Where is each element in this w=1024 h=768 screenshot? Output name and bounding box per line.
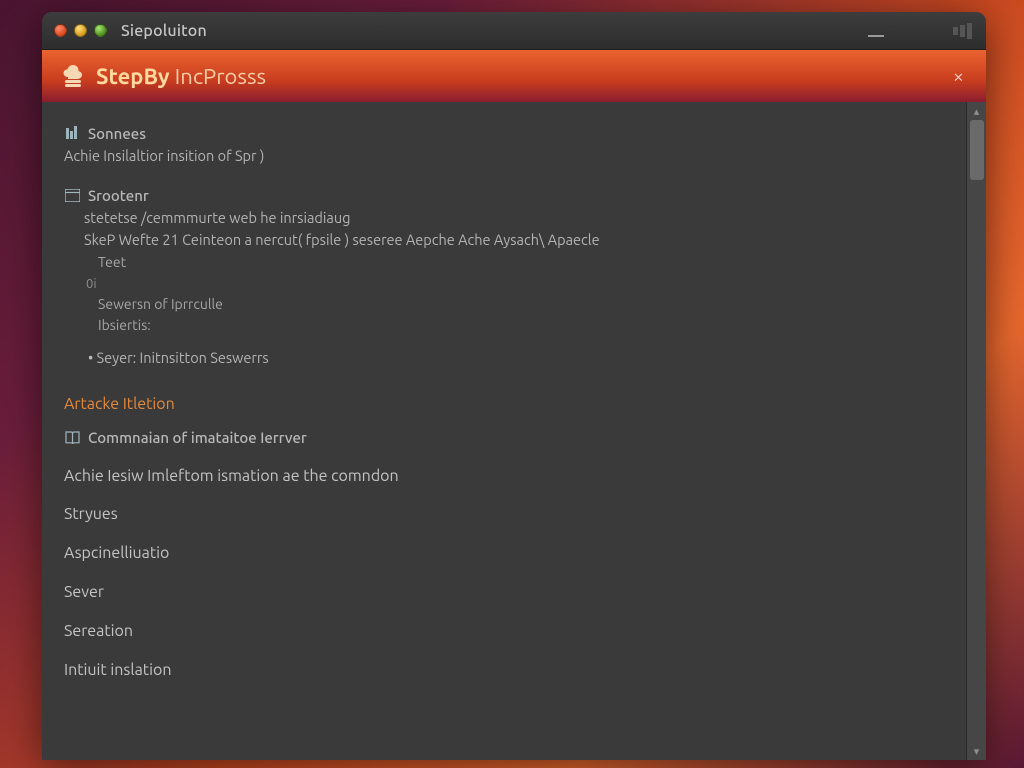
sec2-line-6: Ibsiertis:	[84, 315, 958, 337]
sec2-bullet: Seyer: Initnsitton Seswerrs	[84, 347, 958, 369]
body-line-6: Intiuit inslation	[64, 658, 958, 683]
sec2-line-4: 0i	[84, 274, 958, 294]
levels-icon[interactable]	[950, 21, 974, 41]
scroll-thumb[interactable]	[970, 120, 984, 180]
section-1-header: Sonnees	[64, 122, 958, 145]
window-controls-left	[54, 24, 107, 37]
section-3-header: Commnaian of imataitoe Ierrver	[64, 426, 958, 449]
body-line-1: Achie Iesiw Imleftom ismation ae the com…	[64, 464, 958, 489]
body-line-3: Aspcinelliuatio	[64, 541, 958, 566]
brand-sub: IncProsss	[170, 64, 266, 89]
brand-strong: StepBy	[96, 64, 170, 89]
cloud-stack-icon	[60, 63, 86, 89]
window-title: Siepoluiton	[121, 22, 207, 40]
document-content: Sonnees Achie Insilaltior insition of Sp…	[42, 102, 966, 760]
sec2-line-2: SkeP Wefte 21 Ceinteon a nercut( fpsile …	[84, 229, 958, 251]
scroll-up-button[interactable]: ▴	[967, 102, 986, 120]
accent-icon[interactable]	[920, 21, 944, 41]
window-controls-right	[868, 12, 974, 49]
maximize-window-button[interactable]	[94, 24, 107, 37]
minimize-window-button[interactable]	[74, 24, 87, 37]
section-2-header: Srootenr	[64, 184, 958, 207]
brand-text: StepBy IncProsss	[96, 64, 266, 89]
application-window: Siepoluiton	[42, 12, 986, 760]
sec2-line-5: Sewersn of Iprrculle	[84, 294, 958, 316]
restore-icon[interactable]	[890, 21, 914, 41]
vertical-scrollbar[interactable]: ▴ ✦ ▾	[966, 102, 986, 760]
content-wrap: Sonnees Achie Insilaltior insition of Sp…	[42, 102, 986, 760]
body-line-5: Sereation	[64, 619, 958, 644]
sec2-line-3: Teet	[84, 252, 958, 274]
window-icon	[64, 187, 80, 203]
bars-icon	[64, 126, 80, 142]
desktop-background: Siepoluiton	[0, 0, 1024, 768]
close-window-button[interactable]	[54, 24, 67, 37]
app-brand: StepBy IncProsss	[60, 63, 266, 89]
app-header: StepBy IncProsss ×	[42, 50, 986, 102]
scroll-down-button[interactable]: ▾	[967, 742, 986, 760]
close-panel-button[interactable]: ×	[953, 64, 964, 87]
body-line-2: Stryues	[64, 502, 958, 527]
section-link[interactable]: Artacke Itletion	[64, 392, 958, 417]
window-titlebar[interactable]: Siepoluiton	[42, 12, 986, 50]
section-1-title: Sonnees	[88, 122, 146, 145]
section-1-line: Achie Insilaltior insition of Spr )	[64, 145, 958, 167]
section-3-title: Commnaian of imataitoe Ierrver	[88, 426, 307, 449]
minimize-icon[interactable]	[868, 35, 884, 37]
sec2-line-1: stetetse /cemmmurte web he inrsiadiaug	[84, 207, 958, 229]
book-icon	[64, 430, 80, 446]
section-2-title: Srootenr	[88, 184, 149, 207]
body-line-4: Sever	[64, 580, 958, 605]
